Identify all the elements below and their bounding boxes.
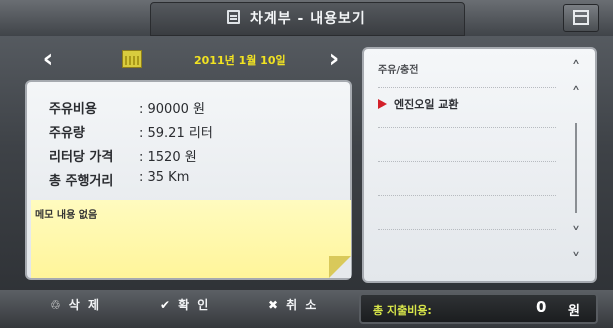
double-chevron-up-icon: ˄ (571, 58, 581, 79)
trash-icon: ♲ (50, 298, 63, 312)
total-distance-row: 총 주행거리 : 35 Km (49, 170, 189, 189)
price-per-liter-row: 리터당 가격 : 1520 원 (49, 146, 197, 165)
confirm-button[interactable]: ✔ 확 인 (160, 296, 210, 322)
memo-text: 메모 내용 없음 (35, 210, 98, 221)
maintenance-list-panel: 주유/충전 엔진오일 교환 ˄ ˄ ˅ ˅ (362, 47, 597, 283)
cancel-label: 취 소 (286, 298, 319, 312)
fuel-amount-row: 주유량 : 59.21 리터 (49, 122, 213, 141)
check-icon: ✔ (160, 298, 173, 312)
list-divider (378, 87, 556, 88)
list-item[interactable]: 엔진오일 교환 (364, 91, 554, 119)
total-distance-label: 총 주행거리 (49, 174, 114, 189)
fuel-cost-value: : 90000 원 (139, 102, 205, 117)
scroll-track[interactable] (575, 123, 577, 213)
cancel-button[interactable]: ✖ 취 소 (268, 296, 318, 322)
fuel-amount-label: 주유량 (49, 126, 85, 141)
page-curl (329, 256, 351, 278)
prev-date-button[interactable]: ‹ (32, 44, 64, 76)
calendar-button[interactable] (563, 4, 599, 32)
fuel-info-panel: 주유비용 : 90000 원 주유량 : 59.21 리터 리터당 가격 : 1… (25, 80, 352, 280)
list-item-label: 엔진오일 교환 (394, 98, 459, 111)
list-scrollbar[interactable]: ˄ ˄ ˅ ˅ (561, 57, 591, 277)
list-divider (378, 127, 556, 128)
fuel-cost-row: 주유비용 : 90000 원 (49, 98, 205, 117)
memo-note[interactable]: 메모 내용 없음 (31, 200, 351, 278)
close-icon: ✖ (268, 298, 281, 312)
list-divider (378, 161, 556, 162)
price-per-liter-value: : 1520 원 (139, 150, 197, 165)
scroll-down-button[interactable]: ˅ (561, 223, 591, 247)
delete-button[interactable]: ♲ 삭 제 (50, 296, 101, 322)
date-navigation: ‹ 2011년 1월 10일 › (28, 44, 353, 76)
scroll-top-button[interactable]: ˄ (561, 57, 591, 81)
chevron-left-icon: ‹ (42, 44, 54, 74)
list-divider (378, 229, 556, 230)
price-per-liter-label: 리터당 가격 (49, 150, 114, 165)
total-expense-value: 0 (536, 298, 547, 316)
list-divider (378, 195, 556, 196)
screen: 차계부 - 내용보기 ‹ 2011년 1월 10일 › 주유비용 : 90000… (0, 0, 613, 328)
title-bar: 차계부 - 내용보기 (0, 0, 613, 36)
scroll-up-button[interactable]: ˄ (561, 83, 591, 107)
total-expense-box: 총 지출비용: 0 원 (359, 293, 598, 324)
list-icon (227, 10, 240, 24)
chevron-up-icon: ˄ (571, 84, 581, 105)
total-expense-unit: 원 (568, 304, 580, 319)
calendar-icon (122, 50, 142, 68)
confirm-label: 확 인 (178, 298, 211, 312)
current-date: 2011년 1월 10일 (194, 54, 286, 67)
fuel-amount-value: : 59.21 리터 (139, 126, 213, 141)
chevron-down-icon: ˅ (571, 224, 581, 245)
chevron-right-icon: › (328, 44, 340, 74)
calendar-icon (573, 10, 589, 25)
next-date-button[interactable]: › (318, 44, 350, 76)
list-header: 주유/충전 (378, 65, 419, 76)
double-chevron-down-icon: ˅ (571, 250, 581, 271)
triangle-bullet-icon (378, 99, 387, 109)
window-title: 차계부 - 내용보기 (250, 11, 366, 27)
fuel-cost-label: 주유비용 (49, 102, 97, 117)
delete-label: 삭 제 (68, 298, 102, 312)
total-distance-value: : 35 Km (139, 170, 190, 185)
total-expense-label: 총 지출비용: (373, 304, 432, 317)
scroll-bottom-button[interactable]: ˅ (561, 249, 591, 273)
